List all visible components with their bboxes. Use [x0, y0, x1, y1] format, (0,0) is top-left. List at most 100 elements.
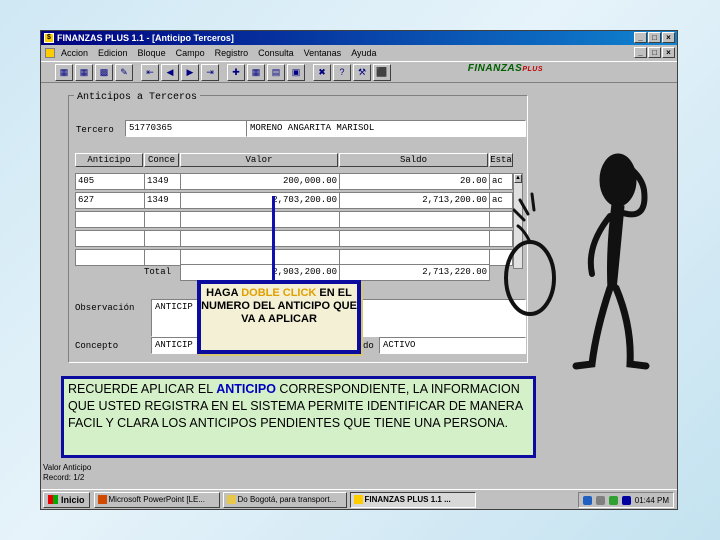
cell-anticipo[interactable]: [75, 211, 145, 228]
clock: 01:44 PM: [634, 495, 669, 505]
exit-icon[interactable]: ✖: [313, 63, 331, 81]
callout-double-click: HAGA DOBLE CLICK EN EL NUMERO DEL ANTICI…: [197, 280, 361, 354]
taskbar: Inicio Microsoft PowerPoint [LE... Do Bo…: [41, 489, 677, 509]
menu-bloque[interactable]: Bloque: [138, 48, 166, 58]
cell-anticipo[interactable]: 405: [75, 173, 145, 190]
network-icon[interactable]: [582, 495, 592, 505]
document-window-controls: _ □ ×: [634, 47, 675, 58]
cell-concepto[interactable]: [144, 230, 181, 247]
total-label: Total: [144, 267, 172, 277]
edit-icon[interactable]: ✎: [115, 63, 133, 81]
cell-saldo[interactable]: [339, 230, 490, 247]
status-record: Record: 1/2: [43, 473, 85, 482]
help-icon[interactable]: ?: [333, 63, 351, 81]
close-button[interactable]: ×: [662, 32, 675, 43]
concepto-label: Concepto: [75, 341, 119, 351]
col-saldo: Saldo: [339, 153, 488, 167]
menu-bar: Accion Edicion Bloque Campo Registro Con…: [41, 45, 677, 60]
app-icon: $: [44, 33, 54, 43]
cell-valor[interactable]: [180, 230, 340, 247]
taskbar-item-finanzas[interactable]: FINANZAS PLUS 1.1 ...: [349, 491, 476, 508]
cell-anticipo[interactable]: [75, 230, 145, 247]
callout-highlight: DOBLE CLICK: [241, 287, 317, 299]
cell-concepto[interactable]: 1349: [144, 173, 181, 190]
doc-close-button[interactable]: ×: [662, 47, 675, 58]
cell-anticipo[interactable]: [75, 249, 145, 266]
taskbar-item-label: Do Bogotá, para transport...: [237, 495, 337, 504]
tercero-id-field[interactable]: 51770365: [125, 120, 247, 137]
reminder-note: RECUERDE APLICAR EL ANTICIPO CORRESPONDI…: [61, 376, 536, 458]
cell-saldo[interactable]: 2,713,200.00: [339, 192, 490, 209]
volume-icon[interactable]: [595, 495, 605, 505]
tercero-label: Tercero: [76, 125, 114, 135]
maximize-button[interactable]: □: [648, 32, 661, 43]
minimize-button[interactable]: _: [634, 32, 647, 43]
cell-anticipo[interactable]: 627: [75, 192, 145, 209]
finanzas-logo: FINANZASPLUS: [468, 63, 543, 74]
taskbar-item-label: FINANZAS PLUS 1.1 ...: [364, 495, 451, 504]
title-bar: $ FINANZAS PLUS 1.1 - [Anticipo Terceros…: [41, 31, 677, 45]
total-saldo: 2,713,220.00: [339, 264, 490, 281]
toolbar: ▦ ▦ ▩ ✎ ⇤ ◀ ▶ ⇥ ✚ ▦ ▤ ▣ ✖ ? ⚒ ⬛: [41, 61, 677, 83]
menu-edicion[interactable]: Edicion: [98, 48, 128, 58]
powerpoint-icon: [97, 495, 107, 504]
menu-consulta[interactable]: Consulta: [258, 48, 294, 58]
menu-ayuda[interactable]: Ayuda: [351, 48, 376, 58]
cell-saldo[interactable]: 20.00: [339, 173, 490, 190]
start-button[interactable]: Inicio: [43, 491, 90, 508]
door-icon[interactable]: ⬛: [373, 63, 391, 81]
cell-concepto[interactable]: [144, 249, 181, 266]
window-title: FINANZAS PLUS 1.1 - [Anticipo Terceros]: [57, 33, 234, 43]
thinking-stick-figure: [504, 153, 650, 370]
note-highlight: ANTICIPO: [216, 382, 276, 396]
calc-icon[interactable]: ▩: [95, 63, 113, 81]
estado-label: do: [363, 341, 374, 351]
first-icon[interactable]: ⇤: [141, 63, 159, 81]
last-icon[interactable]: ⇥: [201, 63, 219, 81]
prev-icon[interactable]: ◀: [161, 63, 179, 81]
col-anticipo: Anticipo: [75, 153, 143, 167]
menu-registro[interactable]: Registro: [215, 48, 249, 58]
callout-text-pre: HAGA: [206, 287, 242, 299]
col-concepto: Conce: [144, 153, 179, 167]
col-valor: Valor: [180, 153, 338, 167]
cell-concepto[interactable]: 1349: [144, 192, 181, 209]
folder-icon: [226, 495, 236, 504]
logo-text: FINANZAS: [467, 63, 523, 74]
taskbar-item-explorer[interactable]: Do Bogotá, para transport...: [222, 491, 347, 508]
tray-app-icon[interactable]: [608, 495, 618, 505]
lock-icon[interactable]: ▤: [267, 63, 285, 81]
next-icon[interactable]: ▶: [181, 63, 199, 81]
windows-flag-icon: [48, 495, 58, 504]
finanzas-icon: [353, 495, 363, 504]
menu-campo[interactable]: Campo: [176, 48, 205, 58]
observacion-label: Observación: [75, 303, 135, 313]
doc-maximize-button[interactable]: □: [648, 47, 661, 58]
section-title: Anticipos a Terceros: [74, 92, 201, 103]
cell-valor[interactable]: [180, 211, 340, 228]
print-icon[interactable]: ▦: [75, 63, 93, 81]
delete-icon[interactable]: ▦: [247, 63, 265, 81]
cell-valor[interactable]: 2,703,200.00: [180, 192, 340, 209]
doc-minimize-button[interactable]: _: [634, 47, 647, 58]
language-icon[interactable]: [621, 495, 631, 505]
window-controls: _ □ ×: [634, 32, 675, 43]
tercero-name-field: MORENO ANGARITA MARISOL: [246, 120, 526, 137]
system-tray: 01:44 PM: [577, 492, 674, 508]
menu-accion[interactable]: Accion: [61, 48, 88, 58]
document-icon[interactable]: [45, 47, 55, 58]
total-valor: 2,903,200.00: [180, 264, 340, 281]
tools-icon[interactable]: ⚒: [353, 63, 371, 81]
logo-sub: PLUS: [522, 66, 543, 73]
save-icon[interactable]: ▦: [55, 63, 73, 81]
cell-saldo[interactable]: [339, 211, 490, 228]
menu-ventanas[interactable]: Ventanas: [304, 48, 342, 58]
taskbar-item-powerpoint[interactable]: Microsoft PowerPoint [LE...: [93, 491, 220, 508]
list-icon[interactable]: ▣: [287, 63, 305, 81]
start-label: Inicio: [61, 494, 85, 505]
status-field-hint: Valor Anticipo: [43, 463, 92, 472]
cell-valor[interactable]: 200,000.00: [180, 173, 340, 190]
insert-icon[interactable]: ✚: [227, 63, 245, 81]
cell-concepto[interactable]: [144, 211, 181, 228]
callout-pointer: [272, 196, 275, 282]
